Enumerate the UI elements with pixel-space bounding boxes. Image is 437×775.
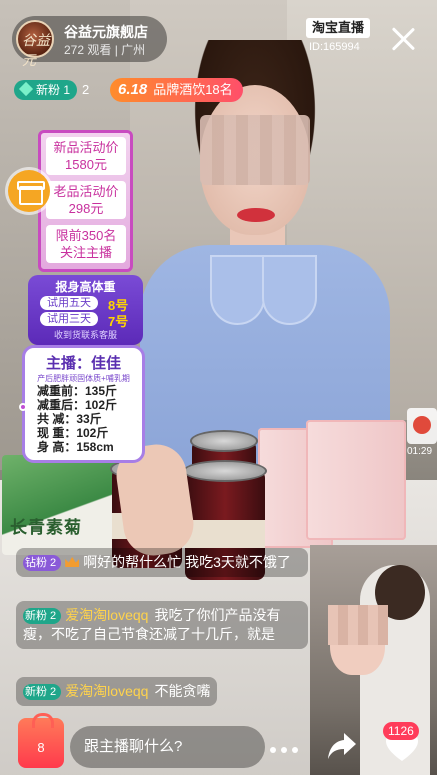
face-blur — [200, 115, 310, 185]
chat-text: 我吃了你们产品没有瘦，不吃了自己节食还减了十几斤，就是 — [23, 607, 281, 642]
product-box-green: 长青素菊 — [2, 455, 122, 555]
product-box-green-text: 长青素菊 — [10, 518, 82, 537]
promo-text: 品牌酒饮18名 — [153, 82, 233, 97]
price-item-line1: 新品活动价 — [53, 140, 119, 155]
chat-badge: 新粉 2 — [23, 684, 62, 700]
anchor-subtitle: 产后肥胖顽固体质+哺乳期 — [37, 374, 130, 383]
host-name: 谷益元旗舰店 — [64, 24, 148, 40]
cart-icon[interactable]: 8 — [18, 713, 64, 768]
price-item: 老品活动价 298元 — [46, 181, 126, 219]
gem-icon — [18, 81, 34, 97]
price-item-line1: 限前350名 — [55, 228, 117, 243]
mini-window-icon[interactable] — [407, 408, 437, 444]
promo-banner[interactable]: 6.18 品牌酒饮18名 — [110, 78, 243, 102]
price-item-line2: 298元 — [68, 201, 104, 216]
like-count: 1126 — [383, 722, 419, 740]
chat-message[interactable]: 新粉 2 爱淘淘loveqq 不能贪嘴 — [16, 677, 218, 706]
chat-input[interactable]: 跟主播聊什么? — [70, 726, 265, 768]
weigh-title: 报身高体重 — [55, 280, 116, 294]
taobao-live-logo: 淘宝直播 — [306, 18, 371, 38]
video-collar-right — [262, 255, 317, 325]
weigh-row-label: 试用三天 — [40, 312, 98, 326]
price-item-line1: 老品活动价 — [53, 184, 119, 199]
chat-text: 不能贪嘴 — [154, 683, 211, 699]
chat-username: 爱淘淘loveqq — [65, 607, 149, 623]
video-collar-left — [210, 255, 265, 325]
anchor-stat: 减重前：135斤 — [37, 384, 118, 398]
gift-icon[interactable] — [8, 170, 50, 212]
weigh-card[interactable]: 报身高体重 试用五天 8号 试用三天 7号 收到货联系客服 — [28, 275, 143, 345]
anchor-dot — [19, 403, 27, 411]
cart-count: 8 — [37, 740, 45, 755]
host-meta: 272 观看 | 广州 — [64, 43, 146, 57]
fans-badge[interactable]: 新粉 1 — [14, 80, 78, 100]
weigh-row: 试用五天 8号 — [28, 296, 143, 313]
price-item-line2: 关注主播 — [59, 245, 112, 260]
share-icon[interactable] — [326, 729, 358, 763]
fans-count: 2 — [82, 82, 90, 97]
crown-icon — [65, 557, 80, 567]
chat-message[interactable]: 新粉 2 爱淘淘loveqq 我吃了你们产品没有瘦，不吃了自己节食还减了十几斤，就是 — [16, 601, 308, 649]
weigh-row-label: 试用五天 — [40, 296, 98, 310]
anchor-stats: 减重前：135斤 减重后：102斤 共 减：33斤 现 重：102斤 身 高：1… — [37, 384, 117, 454]
side-time: 01:29 — [407, 446, 433, 457]
price-item: 新品活动价 1580元 — [46, 137, 126, 175]
weigh-row-value: 7号 — [108, 314, 129, 329]
video-lips — [237, 208, 275, 222]
chat-badge: 新粉 2 — [23, 608, 62, 624]
more-icon[interactable] — [268, 735, 300, 765]
price-item: 限前350名 关注主播 — [46, 225, 126, 263]
chat-username: 爱淘淘loveqq — [65, 683, 149, 699]
chat-message[interactable]: 钻粉 2 啊好的帮什么忙 我吃3天就不饿了 — [16, 548, 308, 577]
host-avatar[interactable]: 谷益元 — [16, 20, 54, 69]
chat-text: 啊好的帮什么忙 我吃3天就不饿了 — [83, 554, 291, 570]
product-box-pink — [306, 420, 406, 540]
close-icon[interactable] — [388, 24, 418, 54]
price-item-line2: 1580元 — [65, 157, 107, 172]
chat-badge: 钻粉 2 — [23, 555, 62, 571]
price-card[interactable]: 新品活动价 1580元 老品活动价 298元 限前350名 关注主播 — [38, 130, 133, 272]
anchor-title: 主播：佳佳 — [45, 355, 121, 372]
promo-prefix: 6.18 — [118, 81, 148, 98]
anchor-stat: 现 重：102斤 — [37, 426, 109, 440]
weigh-row: 试用三天 7号 — [28, 312, 143, 329]
anchor-stat: 共 减：33斤 — [37, 412, 102, 426]
anchor-stat: 身 高：158cm — [37, 440, 114, 454]
host-info[interactable]: 谷益元 谷益元旗舰店 272 观看 | 广州 — [12, 16, 167, 69]
anchor-card[interactable]: 主播：佳佳 产后肥胖顽固体质+哺乳期 减重前：135斤 减重后：102斤 共 减… — [19, 345, 145, 463]
fans-badge-label: 新粉 1 — [36, 83, 71, 97]
anchor-stat: 减重后：102斤 — [37, 398, 118, 412]
room-id: ID:165994 — [309, 41, 360, 53]
host-avatar-text: 谷益元 — [22, 33, 50, 69]
